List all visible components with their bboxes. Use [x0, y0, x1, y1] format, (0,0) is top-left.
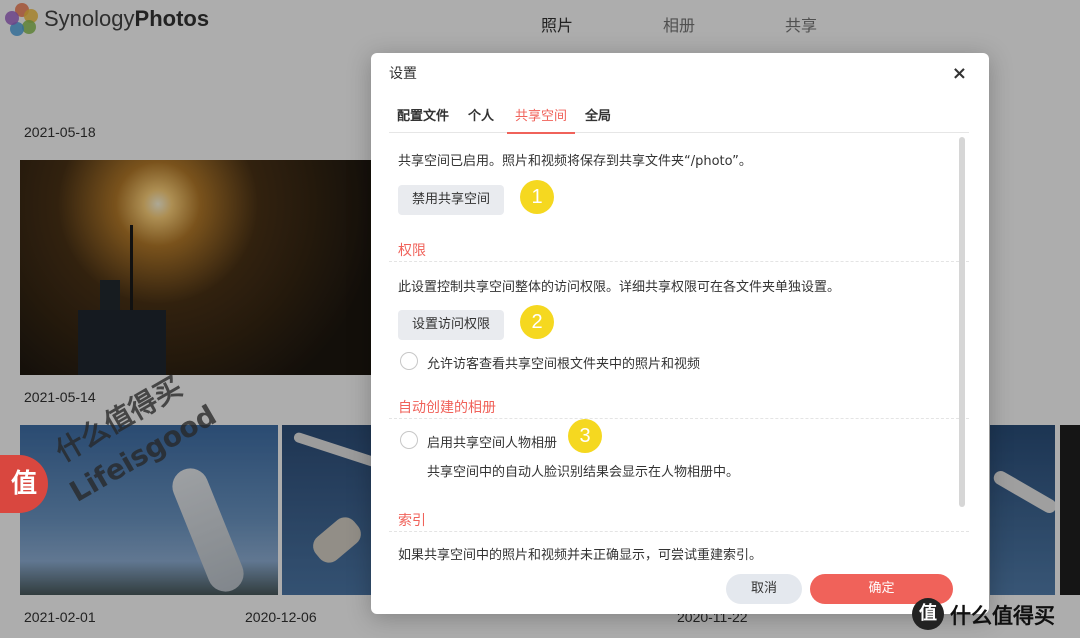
people-album-label: 启用共享空间人物相册 — [427, 436, 558, 451]
corner-watermark: 值 什么值得买 — [906, 592, 1080, 638]
corner-watermark-text: 什么值得买 — [950, 604, 1055, 628]
permissions-description: 此设置控制共享空间整体的访问权限。详细共享权限可在各文件夹单独设置。 — [398, 280, 841, 295]
annotation-marker-3: 3 — [568, 419, 602, 453]
annotation-marker-2: 2 — [520, 305, 554, 339]
section-divider — [389, 261, 969, 262]
guest-access-checkbox[interactable] — [400, 352, 418, 370]
people-album-hint: 共享空间中的自动人脸识别结果会显示在人物相册中。 — [427, 465, 740, 480]
guest-access-label: 允许访客查看共享空间根文件夹中的照片和视频 — [427, 357, 701, 372]
dialog-footer: 取消 确定 — [371, 565, 989, 614]
set-access-permissions-button[interactable]: 设置访问权限 — [398, 310, 505, 340]
annotation-marker-1: 1 — [520, 180, 554, 214]
corner-watermark-icon: 值 — [912, 598, 944, 630]
auto-albums-title: 自动创建的相册 — [398, 400, 496, 416]
dialog-scrollbar[interactable] — [959, 137, 965, 507]
people-album-checkbox[interactable] — [400, 431, 418, 449]
tab-shared-space[interactable]: 共享空间 — [506, 105, 576, 134]
disable-shared-space-button[interactable]: 禁用共享空间 — [398, 185, 505, 215]
cancel-button[interactable]: 取消 — [726, 574, 802, 604]
close-icon[interactable]: × — [952, 63, 967, 84]
tab-global[interactable]: 全局 — [585, 105, 611, 124]
tab-profile[interactable]: 配置文件 — [397, 105, 449, 124]
settings-dialog: 设置 × 配置文件 个人 共享空间 全局 共享空间已启用。照片和视频将保存到共享… — [371, 53, 989, 614]
dialog-title: 设置 — [389, 66, 417, 82]
shared-space-status: 共享空间已启用。照片和视频将保存到共享文件夹“/photo”。 — [398, 154, 752, 169]
section-divider — [389, 418, 969, 419]
section-divider — [389, 531, 969, 532]
tab-personal[interactable]: 个人 — [468, 105, 494, 124]
permissions-title: 权限 — [398, 243, 426, 259]
dialog-body: 共享空间已启用。照片和视频将保存到共享文件夹“/photo”。 禁用共享空间 1… — [371, 134, 989, 564]
dialog-tabs: 配置文件 个人 共享空间 全局 — [389, 97, 969, 134]
index-title: 索引 — [398, 513, 426, 529]
index-description: 如果共享空间中的照片和视频并未正确显示，可尝试重建索引。 — [398, 548, 763, 563]
